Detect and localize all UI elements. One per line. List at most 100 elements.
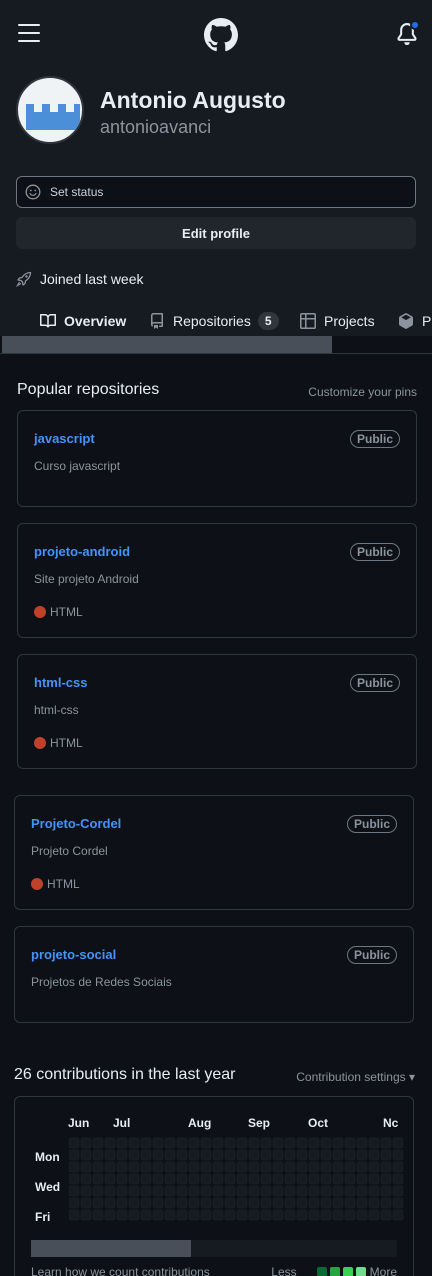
contribution-day-cell[interactable] [272, 1197, 284, 1209]
contribution-day-cell[interactable] [140, 1197, 152, 1209]
contribution-day-cell[interactable] [116, 1149, 128, 1161]
repo-name-link[interactable]: Projeto-Cordel [31, 816, 121, 831]
contribution-day-cell[interactable] [128, 1185, 140, 1197]
contribution-day-cell[interactable] [236, 1173, 248, 1185]
contribution-day-cell[interactable] [332, 1197, 344, 1209]
contribution-day-cell[interactable] [92, 1197, 104, 1209]
contribution-day-cell[interactable] [152, 1161, 164, 1173]
contribution-day-cell[interactable] [308, 1149, 320, 1161]
contribution-day-cell[interactable] [356, 1197, 368, 1209]
contribution-day-cell[interactable] [260, 1161, 272, 1173]
contribution-day-cell[interactable] [224, 1149, 236, 1161]
contribution-day-cell[interactable] [176, 1149, 188, 1161]
contribution-day-cell[interactable] [296, 1149, 308, 1161]
contribution-day-cell[interactable] [380, 1185, 392, 1197]
contribution-day-cell[interactable] [392, 1185, 404, 1197]
contribution-day-cell[interactable] [248, 1137, 260, 1149]
contribution-day-cell[interactable] [128, 1197, 140, 1209]
contribution-day-cell[interactable] [320, 1185, 332, 1197]
contribution-day-cell[interactable] [272, 1161, 284, 1173]
contribution-day-cell[interactable] [69, 1149, 80, 1161]
contribution-day-cell[interactable] [69, 1137, 80, 1149]
contribution-day-cell[interactable] [380, 1149, 392, 1161]
edit-profile-button[interactable]: Edit profile [16, 217, 416, 249]
contribution-day-cell[interactable] [236, 1197, 248, 1209]
github-mark-icon[interactable] [204, 18, 238, 52]
contribution-day-cell[interactable] [212, 1149, 224, 1161]
contribution-day-cell[interactable] [344, 1161, 356, 1173]
contribution-day-cell[interactable] [248, 1185, 260, 1197]
contribution-day-cell[interactable] [284, 1161, 296, 1173]
contribution-day-cell[interactable] [104, 1161, 116, 1173]
contribution-day-cell[interactable] [392, 1173, 404, 1185]
contribution-day-cell[interactable] [200, 1185, 212, 1197]
contribution-day-cell[interactable] [164, 1209, 176, 1221]
contribution-day-cell[interactable] [368, 1137, 380, 1149]
contribution-day-cell[interactable] [104, 1149, 116, 1161]
contribution-day-cell[interactable] [236, 1137, 248, 1149]
contribution-day-cell[interactable] [368, 1149, 380, 1161]
contribution-day-cell[interactable] [176, 1173, 188, 1185]
repo-name-link[interactable]: html-css [34, 675, 87, 690]
contribution-day-cell[interactable] [116, 1197, 128, 1209]
contribution-day-cell[interactable] [152, 1209, 164, 1221]
contribution-day-cell[interactable] [140, 1173, 152, 1185]
contribution-day-cell[interactable] [200, 1137, 212, 1149]
contribution-day-cell[interactable] [344, 1197, 356, 1209]
contribution-day-cell[interactable] [392, 1149, 404, 1161]
contribution-day-cell[interactable] [188, 1185, 200, 1197]
contribution-day-cell[interactable] [140, 1161, 152, 1173]
contribution-day-cell[interactable] [176, 1209, 188, 1221]
repo-name-link[interactable]: javascript [34, 431, 95, 446]
contribution-day-cell[interactable] [380, 1197, 392, 1209]
contribution-day-cell[interactable] [92, 1149, 104, 1161]
contribution-day-cell[interactable] [272, 1137, 284, 1149]
contribution-day-cell[interactable] [392, 1209, 404, 1221]
contribution-day-cell[interactable] [320, 1137, 332, 1149]
contribution-day-cell[interactable] [164, 1149, 176, 1161]
contribution-day-cell[interactable] [224, 1137, 236, 1149]
contribution-day-cell[interactable] [260, 1185, 272, 1197]
contribution-day-cell[interactable] [164, 1161, 176, 1173]
contribution-day-cell[interactable] [92, 1173, 104, 1185]
contribution-day-cell[interactable] [152, 1197, 164, 1209]
contribution-day-cell[interactable] [308, 1137, 320, 1149]
contribution-day-cell[interactable] [116, 1161, 128, 1173]
contribution-day-cell[interactable] [152, 1185, 164, 1197]
contribution-day-cell[interactable] [260, 1197, 272, 1209]
contribution-day-cell[interactable] [380, 1137, 392, 1149]
contribution-day-cell[interactable] [164, 1173, 176, 1185]
contribution-day-cell[interactable] [236, 1161, 248, 1173]
contribution-day-cell[interactable] [356, 1209, 368, 1221]
tab-projects[interactable]: Projects [300, 306, 375, 336]
tab-packages[interactable]: Pa [398, 306, 432, 336]
contribution-day-cell[interactable] [212, 1209, 224, 1221]
contribution-day-cell[interactable] [284, 1185, 296, 1197]
contribution-day-cell[interactable] [368, 1173, 380, 1185]
contribution-day-cell[interactable] [200, 1173, 212, 1185]
contribution-day-cell[interactable] [188, 1173, 200, 1185]
contribution-day-cell[interactable] [320, 1173, 332, 1185]
contribution-day-cell[interactable] [164, 1137, 176, 1149]
contribution-day-cell[interactable] [152, 1137, 164, 1149]
contribution-day-cell[interactable] [248, 1197, 260, 1209]
graph-scrollbar[interactable] [31, 1240, 397, 1257]
contribution-day-cell[interactable] [224, 1197, 236, 1209]
contribution-day-cell[interactable] [212, 1137, 224, 1149]
contribution-day-cell[interactable] [236, 1185, 248, 1197]
contribution-day-cell[interactable] [296, 1209, 308, 1221]
contribution-day-cell[interactable] [332, 1185, 344, 1197]
contribution-day-cell[interactable] [80, 1137, 92, 1149]
contribution-day-cell[interactable] [272, 1209, 284, 1221]
contribution-day-cell[interactable] [320, 1149, 332, 1161]
contribution-day-cell[interactable] [116, 1185, 128, 1197]
learn-contributions-link[interactable]: Learn how we count contributions [31, 1265, 210, 1276]
contribution-day-cell[interactable] [368, 1209, 380, 1221]
contribution-day-cell[interactable] [392, 1197, 404, 1209]
contribution-day-cell[interactable] [164, 1185, 176, 1197]
contribution-day-cell[interactable] [128, 1149, 140, 1161]
contribution-day-cell[interactable] [344, 1209, 356, 1221]
contribution-day-cell[interactable] [104, 1173, 116, 1185]
contribution-day-cell[interactable] [332, 1149, 344, 1161]
contribution-day-cell[interactable] [296, 1173, 308, 1185]
